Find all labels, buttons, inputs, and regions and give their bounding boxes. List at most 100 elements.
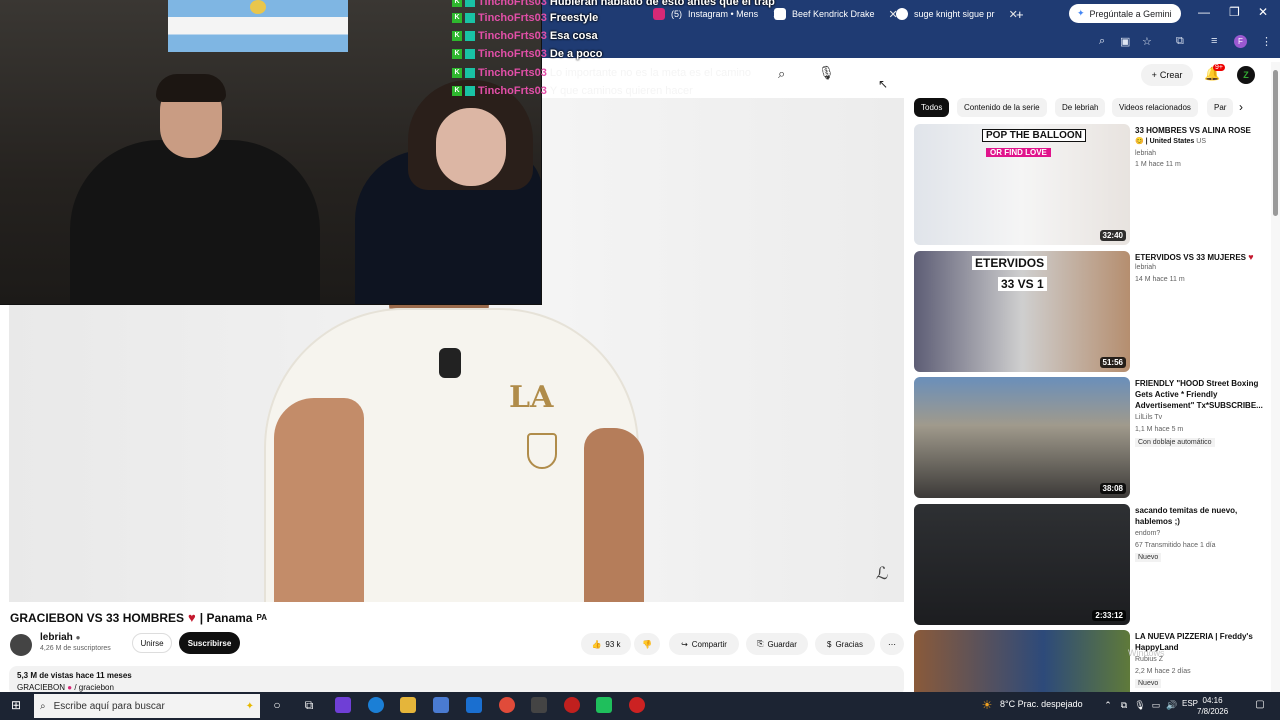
task-view-icon[interactable]: ⧉ bbox=[301, 697, 317, 713]
recommendation-channel[interactable]: lebriah bbox=[1135, 264, 1156, 271]
scrollbar-thumb[interactable] bbox=[1273, 70, 1278, 216]
new-badge: Nuevo bbox=[1135, 679, 1162, 688]
join-button[interactable]: Unirse bbox=[132, 633, 172, 653]
tab-label: suge knight sigue pr bbox=[914, 9, 995, 19]
minimize-icon[interactable]: — bbox=[1198, 5, 1210, 19]
mail-icon[interactable] bbox=[466, 697, 482, 713]
chip-from-channel[interactable]: De lebriah bbox=[1055, 98, 1106, 117]
chrome-icon[interactable] bbox=[499, 697, 515, 713]
recommendation-thumbnail[interactable]: ETERVIDOS 33 VS 1 51:56 bbox=[914, 251, 1130, 372]
video-person-arm bbox=[584, 428, 644, 602]
recommendation-thumbnail[interactable]: 2:33:12 bbox=[914, 504, 1130, 625]
more-actions-button[interactable]: ⋯ bbox=[880, 633, 904, 655]
windows-start-icon[interactable]: ⊞ bbox=[8, 697, 24, 713]
bluetooth-icon[interactable]: ⧉ bbox=[1116, 697, 1132, 713]
video-title: GRACIEBON VS 33 HOMBRES ♥ | Panama PA bbox=[10, 610, 267, 625]
recommendation-title[interactable]: ETERVIDOS VS 33 MUJERES ♥ bbox=[1135, 252, 1265, 263]
profile-avatar[interactable]: F bbox=[1234, 35, 1247, 48]
recommendation-thumbnail[interactable]: POP THE BALLOON OR FIND LOVE 32:40 bbox=[914, 124, 1130, 245]
network-icon[interactable]: ▭ bbox=[1148, 697, 1164, 713]
recommendation-title[interactable]: FRIENDLY "HOOD Street Boxing Gets Active… bbox=[1135, 378, 1265, 411]
dislike-button[interactable]: 👎 bbox=[634, 633, 660, 655]
weather-text[interactable]: 8°C Prac. despejado bbox=[1000, 699, 1083, 709]
chat-message: K TinchoFrts03 Y que caminos quieren hac… bbox=[452, 83, 693, 99]
view-count-date: 5,3 M de vistas hace 11 meses bbox=[17, 671, 132, 680]
bookmark-star-icon[interactable]: ☆ bbox=[1142, 35, 1152, 48]
chip-more[interactable]: Par bbox=[1207, 98, 1234, 117]
gemini-icon: ✦ bbox=[1077, 8, 1085, 18]
channel-name[interactable]: lebriah ● bbox=[40, 632, 80, 643]
account-avatar[interactable]: Z bbox=[1237, 66, 1255, 84]
thumbnail-subline: OR FIND LOVE bbox=[986, 148, 1051, 157]
microphone-icon[interactable]: 🎙 bbox=[818, 65, 836, 83]
heart-icon: ♥ bbox=[1248, 252, 1254, 262]
video-person-arm bbox=[274, 398, 364, 602]
menu-icon[interactable]: ⋮ bbox=[1261, 35, 1272, 48]
chat-message: K TinchoFrts03 De a poco bbox=[452, 46, 602, 62]
like-button[interactable]: 👍 93 k bbox=[581, 633, 631, 655]
cortana-icon[interactable]: ○ bbox=[269, 697, 285, 713]
recommendation-title-text[interactable]: ETERVIDOS VS 33 MUJERES bbox=[1135, 253, 1246, 262]
channel-name-text[interactable]: lebriah bbox=[40, 632, 73, 643]
share-button[interactable]: ↪ Compartir bbox=[669, 633, 739, 655]
tag-text[interactable]: GRACIEBON bbox=[17, 683, 65, 692]
thumbnail-subline: 33 VS 1 bbox=[998, 277, 1047, 291]
notification-center-icon[interactable]: ▢ bbox=[1252, 697, 1268, 713]
recommendation-title[interactable]: 33 HOMBRES VS ALINA ROSE bbox=[1135, 125, 1265, 136]
channel-avatar[interactable] bbox=[10, 634, 32, 656]
chip-series[interactable]: Contenido de la serie bbox=[957, 98, 1047, 117]
reading-list-icon[interactable]: ≡ bbox=[1211, 35, 1217, 47]
edge-icon[interactable] bbox=[368, 697, 384, 713]
subscribe-button[interactable]: Suscribirse bbox=[179, 632, 240, 654]
chip-related[interactable]: Videos relacionados bbox=[1112, 98, 1198, 117]
tab-suge[interactable]: suge knight sigue pr ✕ bbox=[888, 4, 1026, 24]
app-icon[interactable] bbox=[531, 697, 547, 713]
cast-icon[interactable]: ▣ bbox=[1120, 35, 1130, 48]
copilot-icon[interactable] bbox=[335, 697, 351, 713]
search-icon[interactable]: ⌕ bbox=[778, 66, 785, 82]
restore-icon[interactable]: ❐ bbox=[1229, 5, 1240, 19]
recommendation-thumbnail[interactable]: 38:08 bbox=[914, 377, 1130, 498]
zoom-icon[interactable]: ⌕ bbox=[1099, 35, 1105, 48]
recommendation-channel[interactable]: lebriah bbox=[1135, 150, 1156, 157]
weather-icon[interactable]: ☀ bbox=[979, 697, 995, 713]
new-tab-button[interactable]: + bbox=[1008, 4, 1032, 24]
chip-all[interactable]: Todos bbox=[914, 98, 950, 117]
recommendation-thumbnail[interactable] bbox=[914, 630, 1130, 692]
bookmark-icon: ⎘ bbox=[757, 639, 764, 648]
gemini-button[interactable]: ✦ Pregúntale a Gemini bbox=[1069, 4, 1181, 23]
close-window-icon[interactable]: ✕ bbox=[1258, 5, 1268, 19]
video-title-suffix: | Panama bbox=[199, 610, 253, 625]
taskbar-clock[interactable]: 04:16 7/8/2026 bbox=[1197, 695, 1228, 717]
video-duration: 51:56 bbox=[1099, 357, 1126, 368]
tag-handle[interactable]: / graciebon bbox=[74, 683, 114, 692]
thumbnail-headline: ETERVIDOS bbox=[972, 256, 1048, 270]
record-app-icon[interactable] bbox=[564, 697, 580, 713]
file-explorer-icon[interactable] bbox=[400, 697, 416, 713]
tray-chevron-icon[interactable]: ⌃ bbox=[1100, 697, 1116, 713]
heart-icon: ♥ bbox=[188, 610, 196, 625]
thumbs-up-icon: 👍 bbox=[591, 639, 602, 649]
recommendation-title[interactable]: sacando temitas de nuevo, hablemos ;) bbox=[1135, 505, 1265, 527]
extensions-icon[interactable]: ⧉ bbox=[1176, 35, 1184, 48]
tab-beef[interactable]: Beef Kendrick Drake ✕ bbox=[766, 4, 906, 24]
taskbar-search-placeholder: Escribe aquí para buscar bbox=[53, 700, 165, 712]
chat-username: TinchoFrts03 bbox=[478, 30, 547, 42]
volume-icon[interactable]: 🔊 bbox=[1164, 697, 1180, 713]
kick-app-icon[interactable] bbox=[596, 697, 612, 713]
google-icon bbox=[896, 8, 908, 20]
gemini-label: Pregúntale a Gemini bbox=[1089, 8, 1172, 19]
language-indicator[interactable]: ESP bbox=[1182, 699, 1198, 708]
recommendation-channel[interactable]: LilLils Tv bbox=[1135, 414, 1162, 421]
taskbar-search[interactable]: ⌕ Escribe aquí para buscar ✦ bbox=[34, 694, 260, 718]
store-icon[interactable] bbox=[433, 697, 449, 713]
save-button[interactable]: ⎘ Guardar bbox=[746, 633, 808, 655]
thanks-button[interactable]: $ Gracias bbox=[815, 633, 875, 655]
obs-icon[interactable] bbox=[629, 697, 645, 713]
chevron-right-icon[interactable]: › bbox=[1239, 100, 1243, 114]
channel-watermark-icon[interactable]: ℒ bbox=[876, 564, 888, 584]
microphone-icon[interactable]: 🎙 bbox=[1132, 697, 1148, 713]
recommendation-channel[interactable]: endom? bbox=[1135, 530, 1160, 537]
create-button[interactable]: + Crear bbox=[1141, 64, 1193, 86]
tab-label: Instagram • Mens bbox=[688, 9, 759, 19]
